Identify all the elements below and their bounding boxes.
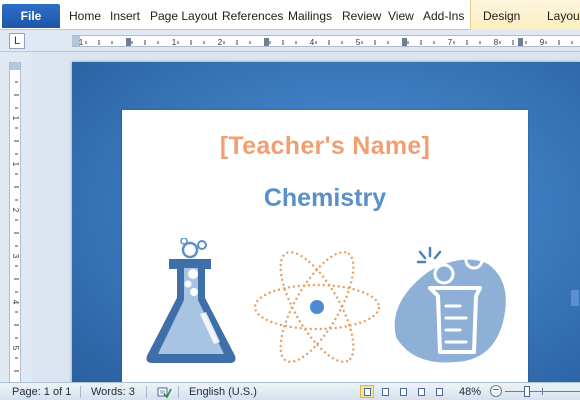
tab-review[interactable]: Review — [342, 9, 381, 23]
full-screen-reading-view-button[interactable] — [378, 385, 392, 398]
atom-icon — [253, 251, 381, 363]
svg-text:2: 2 — [11, 208, 20, 213]
svg-text:4: 4 — [310, 38, 315, 47]
tab-page-layout[interactable]: Page Layout — [150, 9, 217, 23]
zoom-slider-thumb[interactable] — [524, 386, 530, 397]
language-indicator[interactable]: English (U.S.) — [189, 386, 257, 398]
web-layout-view-button[interactable] — [396, 385, 410, 398]
tab-view[interactable]: View — [388, 9, 414, 23]
reading-view-icon — [382, 388, 389, 396]
tab-add-ins[interactable]: Add-Ins — [423, 9, 464, 23]
tab-home[interactable]: Home — [69, 9, 101, 23]
teacher-name-placeholder[interactable]: [Teacher's Name] — [122, 132, 528, 161]
draft-icon — [436, 388, 443, 396]
svg-text:3: 3 — [11, 254, 20, 259]
vertical-ruler-ticks: 1 1 2 3 4 5 — [11, 81, 20, 372]
file-tab[interactable]: File — [2, 4, 60, 28]
tab-insert[interactable]: Insert — [110, 9, 140, 23]
print-layout-view-button[interactable] — [360, 385, 374, 398]
svg-text:1: 1 — [11, 116, 20, 121]
svg-text:5: 5 — [11, 346, 20, 351]
status-divider — [146, 386, 147, 398]
tab-layout[interactable]: Layout — [547, 9, 580, 23]
beaker-icon — [394, 246, 506, 363]
tab-design[interactable]: Design — [483, 9, 520, 23]
flask-icon — [146, 238, 236, 363]
tab-selector-button[interactable]: L — [9, 33, 25, 49]
svg-text:5: 5 — [356, 38, 361, 47]
proofing-icon[interactable] — [156, 385, 172, 399]
horizontal-ruler[interactable]: 112 345 6789 — [72, 35, 580, 47]
svg-text:1: 1 — [11, 162, 20, 167]
zoom-center-mark — [542, 388, 543, 395]
word-count[interactable]: Words: 3 — [91, 386, 135, 398]
content-text-box[interactable]: [Teacher's Name] Chemistry — [122, 110, 579, 382]
frame-handle[interactable] — [571, 290, 579, 306]
tab-references[interactable]: References — [222, 9, 283, 23]
svg-text:8: 8 — [494, 38, 499, 47]
svg-text:2: 2 — [218, 38, 223, 47]
status-divider — [178, 386, 179, 398]
zoom-level[interactable]: 48% — [459, 386, 481, 398]
web-layout-icon — [400, 388, 407, 396]
status-divider — [80, 386, 81, 398]
ruler-ticks: 112 345 6789 — [79, 38, 573, 47]
vertical-ruler[interactable]: 1 1 2 3 4 5 — [9, 62, 21, 382]
outline-view-button[interactable] — [414, 385, 428, 398]
zoom-out-button[interactable]: − — [490, 385, 502, 397]
svg-text:9: 9 — [540, 38, 545, 47]
svg-text:7: 7 — [448, 38, 453, 47]
document-workspace[interactable]: [Teacher's Name] Chemistry — [32, 52, 580, 382]
subject-title[interactable]: Chemistry — [122, 184, 528, 213]
print-layout-icon — [364, 388, 371, 396]
page-count[interactable]: Page: 1 of 1 — [12, 386, 71, 398]
svg-text:1: 1 — [79, 38, 84, 47]
vertical-ruler-bar: 1 1 2 3 4 5 — [0, 52, 32, 382]
svg-text:1: 1 — [172, 38, 177, 47]
draft-view-button[interactable] — [432, 385, 446, 398]
horizontal-ruler-bar: L 112 345 6789 — [0, 30, 580, 52]
status-bar: Page: 1 of 1 Words: 3 English (U.S.) 48%… — [0, 382, 580, 400]
outline-icon — [418, 388, 425, 396]
document-page[interactable]: [Teacher's Name] Chemistry — [72, 62, 580, 382]
tab-mailings[interactable]: Mailings — [288, 9, 332, 23]
svg-text:4: 4 — [11, 300, 20, 305]
ribbon-tab-bar: File Home Insert Page Layout References … — [0, 0, 580, 30]
contextual-tab-group: Design Layout — [470, 0, 580, 30]
